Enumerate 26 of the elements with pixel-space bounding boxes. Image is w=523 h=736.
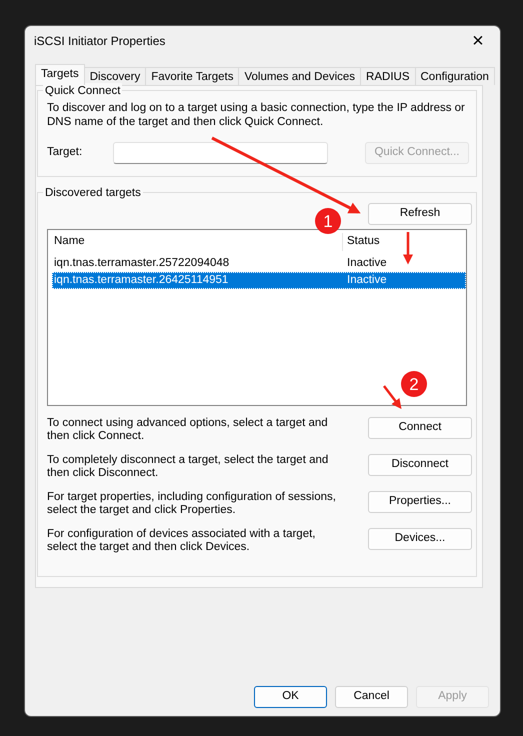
list-row[interactable]: iqn.tnas.terramaster.26425114951 Inactive — [52, 272, 466, 289]
description-text: For target properties, including configuration of sessions, select the target and click Properties. — [47, 491, 337, 517]
step-callout: 2 — [401, 371, 427, 397]
annotation-arrow — [383, 385, 402, 409]
column-header[interactable]: Status — [343, 233, 466, 251]
tab[interactable]: Configuration — [414, 67, 495, 85]
dialog-button[interactable]: Cancel — [335, 686, 408, 708]
description-text: For configuration of devices associated with a target, select the target and then click Devices. — [47, 528, 316, 554]
description-text: To discover and log on to a target using a basic connection, type the IP address or DNS name of the target and then click Quick Connect. — [47, 101, 466, 129]
tab[interactable]: Targets — [35, 64, 85, 85]
action-button[interactable]: Disconnect — [368, 454, 472, 476]
annotation-arrow — [403, 232, 413, 264]
step-callout: 1 — [315, 208, 341, 234]
refresh-button[interactable]: Refresh — [368, 203, 472, 225]
target-label: Target: — [47, 145, 84, 160]
action-button[interactable]: Devices... — [368, 528, 472, 550]
action-button[interactable]: Connect — [368, 417, 472, 439]
list-row[interactable]: iqn.tnas.terramaster.25722094048 Inactive — [52, 255, 466, 272]
target-input-field[interactable] — [113, 142, 328, 164]
description-text: To connect using advanced options, select a target and then click Connect. — [47, 417, 329, 443]
close-button[interactable]: × — [456, 26, 500, 56]
dialog-button[interactable]: OK — [254, 686, 327, 708]
action-button[interactable]: Properties... — [368, 491, 472, 513]
tab[interactable]: Favorite Targets — [145, 67, 240, 85]
window-title: iSCSI Initiator Properties — [34, 33, 166, 50]
description-text: To completely disconnect a target, select the target and then click Disconnect. — [47, 454, 330, 480]
